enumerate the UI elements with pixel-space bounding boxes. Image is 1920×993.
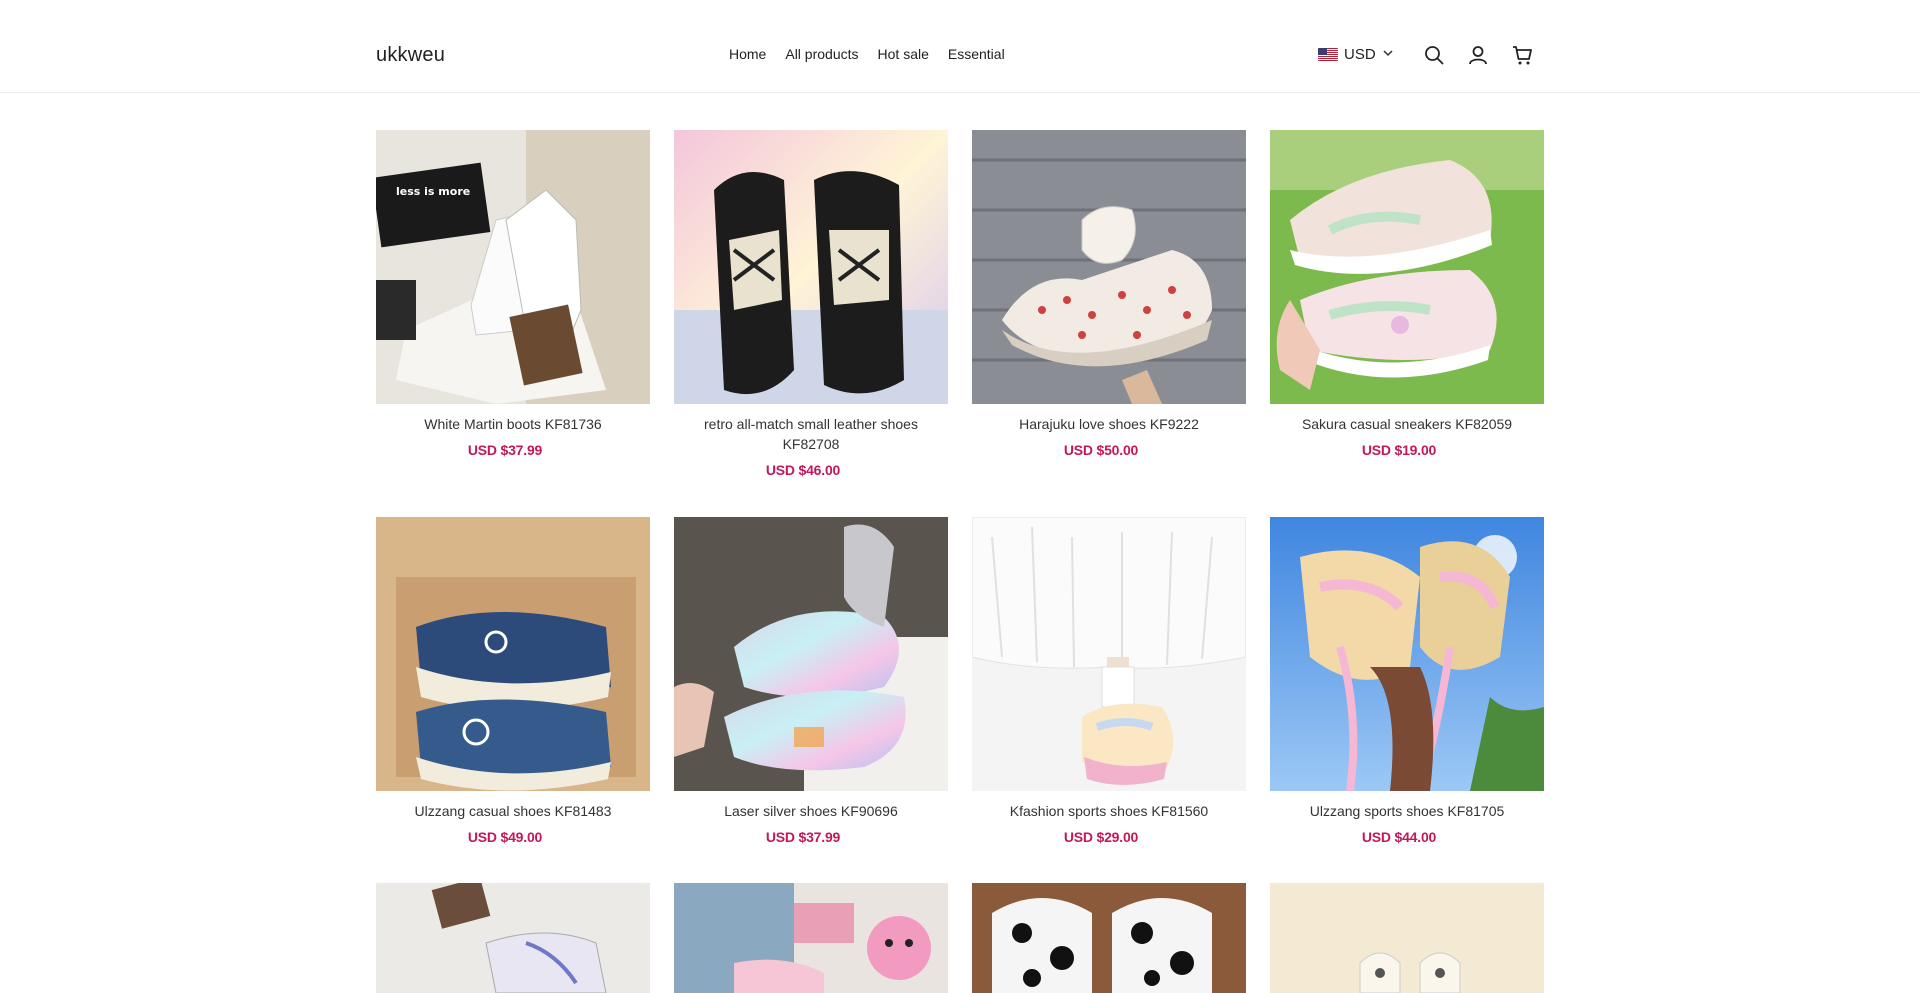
us-flag-icon	[1318, 48, 1338, 61]
notebook-text: less is more	[396, 185, 470, 198]
product-image[interactable]	[972, 130, 1246, 404]
nav-all-products[interactable]: All products	[785, 46, 858, 62]
product-image[interactable]	[376, 883, 650, 993]
product-price: USD $49.00	[467, 829, 543, 845]
product-title[interactable]: Laser silver shoes KF90696	[674, 801, 948, 821]
product-image[interactable]	[972, 883, 1246, 993]
product-title[interactable]: retro all-match small leather shoes KF82…	[674, 414, 948, 454]
product-price: USD $37.99	[765, 829, 841, 845]
product-price: USD $44.00	[1361, 829, 1437, 845]
product-price: USD $37.99	[467, 442, 543, 458]
product-image[interactable]	[1270, 883, 1544, 993]
product-title[interactable]: Ulzzang sports shoes KF81705	[1270, 801, 1544, 821]
product-image[interactable]	[674, 883, 948, 993]
product-price: USD $50.00	[1063, 442, 1139, 458]
product-image[interactable]	[674, 517, 948, 791]
product-image[interactable]	[1270, 130, 1544, 404]
cart-icon[interactable]	[1511, 44, 1533, 66]
product-title[interactable]: Harajuku love shoes KF9222	[972, 414, 1246, 434]
nav-home[interactable]: Home	[729, 46, 766, 62]
product-price: USD $19.00	[1361, 442, 1437, 458]
account-icon[interactable]	[1467, 44, 1489, 66]
product-price: USD $46.00	[765, 462, 841, 478]
product-image[interactable]: less is more	[376, 130, 650, 404]
nav-essential[interactable]: Essential	[948, 46, 1005, 62]
product-title[interactable]: White Martin boots KF81736	[376, 414, 650, 434]
product-price: USD $29.00	[1063, 829, 1139, 845]
product-image[interactable]	[376, 517, 650, 791]
site-header: ukkweu Home All products Hot sale Essent…	[0, 0, 1920, 93]
product-title[interactable]: Ulzzang casual shoes KF81483	[376, 801, 650, 821]
currency-label: USD	[1344, 46, 1376, 63]
search-icon[interactable]	[1423, 44, 1445, 66]
chevron-down-icon	[1382, 46, 1394, 63]
main-nav: Home All products Hot sale Essential	[729, 46, 1005, 62]
product-title[interactable]: Sakura casual sneakers KF82059	[1270, 414, 1544, 434]
product-image[interactable]	[1270, 517, 1544, 791]
product-image[interactable]	[674, 130, 948, 404]
currency-selector[interactable]: USD	[1318, 46, 1394, 63]
store-logo[interactable]: ukkweu	[376, 44, 445, 67]
product-title[interactable]: Kfashion sports shoes KF81560	[972, 801, 1246, 821]
product-image[interactable]	[972, 517, 1246, 791]
nav-hot-sale[interactable]: Hot sale	[878, 46, 929, 62]
